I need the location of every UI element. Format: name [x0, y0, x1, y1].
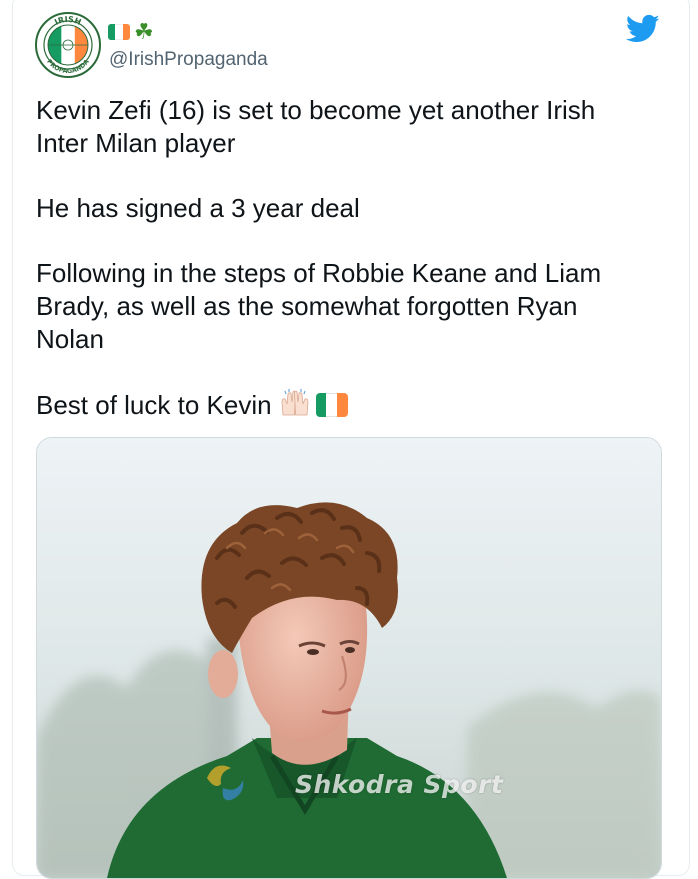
tweet-text: Kevin Zefi (16) is set to become yet ano…	[36, 94, 666, 422]
tweet-paragraph: Following in the steps of Robbie Keane a…	[36, 258, 602, 354]
user-handle[interactable]: @IrishPropaganda	[109, 49, 268, 71]
tweet-paragraph: He has signed a 3 year deal	[36, 193, 360, 223]
photo-watermark: Shkodra Sport	[295, 770, 504, 799]
profile-avatar[interactable]: IRISH PROPAGANDA	[35, 12, 101, 78]
shamrock-icon: ☘	[134, 19, 154, 44]
raising-hands-icon	[281, 389, 308, 416]
ireland-flag-icon	[315, 393, 348, 417]
closing-text: Best of luck to Kevin	[36, 390, 272, 420]
tweet-closing-line: Best of luck to Kevin	[36, 388, 666, 422]
ireland-flag-icon	[108, 24, 130, 40]
tweet-paragraph: Kevin Zefi (16) is set to become yet ano…	[36, 95, 596, 158]
photo-image	[37, 438, 661, 878]
display-name[interactable]: ☘	[108, 18, 154, 46]
tweet-photo[interactable]: Shkodra Sport	[36, 437, 662, 879]
twitter-bird-icon[interactable]	[626, 14, 660, 44]
